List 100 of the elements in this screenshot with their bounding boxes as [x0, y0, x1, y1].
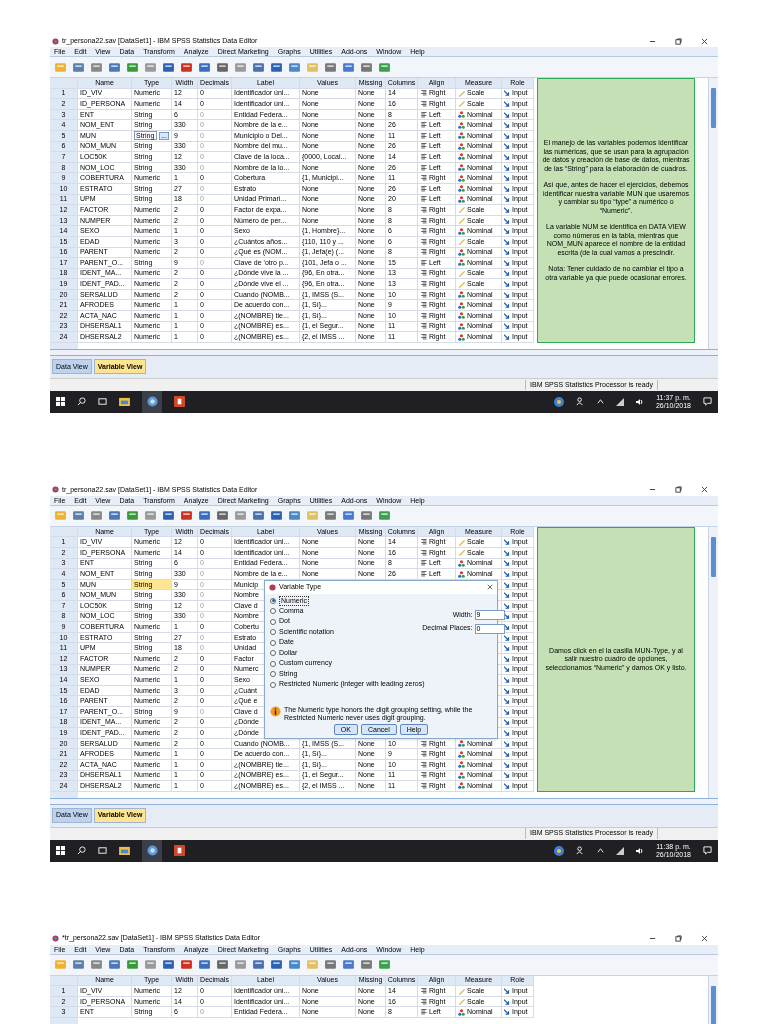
align-icon	[420, 291, 427, 298]
arrow-icon	[504, 634, 510, 641]
align-icon	[420, 90, 427, 97]
arrow-icon	[504, 998, 510, 1005]
network-icon[interactable]	[615, 846, 624, 855]
notification-icon[interactable]	[703, 397, 712, 407]
row-header	[50, 1018, 78, 1024]
arrow-icon	[504, 740, 510, 747]
arrow-icon	[504, 185, 510, 192]
table-header-corner	[50, 975, 78, 987]
arrow-icon	[504, 708, 510, 715]
balls-icon	[458, 750, 465, 758]
people-icon[interactable]	[575, 846, 585, 856]
balls-icon	[458, 132, 465, 140]
arrow-icon	[504, 122, 510, 129]
table-header-corner	[50, 526, 78, 538]
task-view-icon[interactable]	[98, 397, 107, 407]
scrollbar[interactable]	[708, 78, 718, 349]
windows-icon[interactable]	[56, 397, 65, 407]
align-icon	[420, 740, 427, 747]
restore-icon[interactable]	[675, 935, 682, 943]
restore-icon[interactable]	[675, 37, 682, 45]
arrow-icon	[504, 698, 510, 705]
arrow-icon	[504, 782, 510, 789]
align-icon	[420, 196, 427, 203]
arrow-icon	[504, 143, 510, 150]
align-icon	[420, 217, 427, 224]
balls-icon	[458, 121, 465, 129]
windows-icon[interactable]	[56, 846, 65, 856]
taskbar-button[interactable]	[142, 839, 162, 862]
task-view-icon[interactable]	[98, 846, 107, 856]
align-icon	[420, 206, 427, 213]
balls-icon	[458, 195, 465, 203]
close-icon[interactable]	[701, 486, 708, 494]
align-icon	[420, 143, 427, 150]
align-icon	[420, 111, 427, 118]
balls-icon	[458, 259, 465, 267]
chevron-icon[interactable]	[596, 398, 604, 406]
people-icon[interactable]	[575, 397, 585, 407]
arrow-icon	[504, 259, 510, 266]
network-icon[interactable]	[615, 397, 624, 406]
align-icon	[420, 185, 427, 192]
arrow-icon	[504, 196, 510, 203]
volume-icon[interactable]	[635, 846, 644, 855]
balls-icon	[458, 291, 465, 299]
close-icon[interactable]	[701, 935, 708, 943]
align-icon	[420, 259, 427, 266]
close-icon[interactable]	[487, 584, 493, 591]
volume-icon[interactable]	[635, 397, 644, 406]
align-icon	[420, 249, 427, 256]
arrow-icon	[504, 761, 510, 768]
app-icon	[52, 486, 59, 494]
balls-icon	[458, 559, 465, 567]
align-icon	[420, 281, 427, 288]
arrow-icon	[504, 549, 510, 556]
search-icon[interactable]	[77, 846, 86, 856]
taskbar-button[interactable]	[142, 390, 162, 413]
align-icon	[420, 571, 427, 577]
scrollbar[interactable]	[50, 797, 718, 805]
arrow-icon	[504, 581, 510, 588]
align-icon	[420, 334, 427, 341]
restore-icon[interactable]	[675, 486, 682, 494]
align-icon	[420, 549, 427, 556]
arrow-icon	[504, 291, 510, 298]
align-icon	[420, 153, 427, 160]
ruler-icon	[458, 238, 465, 246]
balls-icon	[458, 164, 465, 172]
balls-icon	[458, 333, 465, 341]
arrow-icon	[504, 666, 510, 673]
align-icon	[420, 132, 427, 139]
row-header	[50, 791, 78, 798]
arrow-icon	[504, 645, 510, 652]
arrow-icon	[504, 132, 510, 139]
search-icon[interactable]	[77, 397, 86, 407]
align-icon	[420, 238, 427, 245]
balls-icon	[458, 771, 465, 779]
arrow-icon	[504, 729, 510, 736]
arrow-icon	[504, 624, 510, 630]
arrow-icon	[504, 613, 510, 620]
arrow-icon	[504, 153, 510, 160]
notification-icon[interactable]	[703, 846, 712, 856]
arrow-icon	[504, 175, 510, 182]
scrollbar[interactable]	[708, 975, 718, 1024]
scrollbar[interactable]	[708, 526, 718, 798]
align-icon	[420, 101, 427, 107]
arrow-icon	[504, 101, 510, 107]
app-icon	[52, 37, 59, 45]
align-icon	[420, 751, 427, 758]
balls-icon	[458, 174, 465, 182]
arrow-icon	[504, 560, 510, 567]
scrollbar[interactable]	[50, 348, 718, 356]
balls-icon	[458, 1008, 465, 1016]
arrow-icon	[504, 302, 510, 309]
chevron-icon[interactable]	[596, 847, 604, 855]
align-icon	[420, 772, 427, 779]
arrow-icon	[504, 90, 510, 97]
close-icon[interactable]	[701, 37, 708, 45]
align-icon	[420, 988, 427, 995]
arrow-icon	[504, 676, 510, 683]
balls-icon	[458, 142, 465, 150]
